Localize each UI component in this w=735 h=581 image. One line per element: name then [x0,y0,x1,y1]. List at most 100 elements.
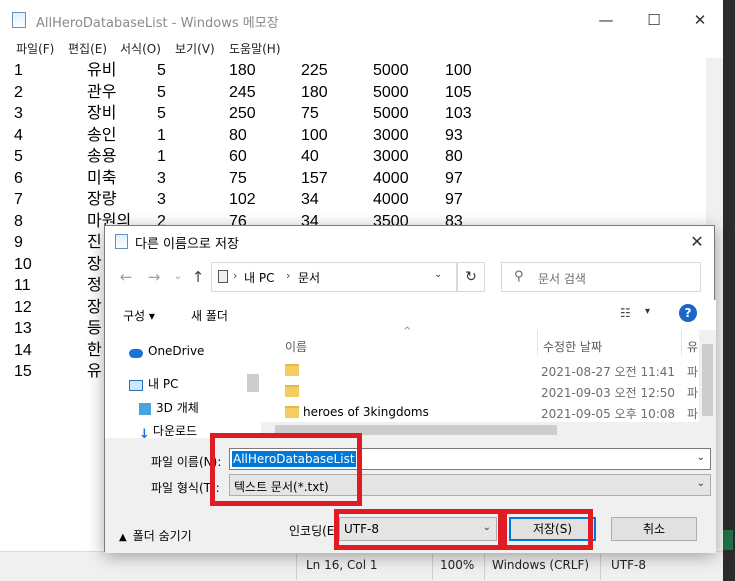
text-cell: 3 [14,105,23,122]
filename-dropdown-icon[interactable]: ⌄ [697,452,705,463]
file-date: 2021-08-27 오전 11:41 [541,365,676,379]
text-cell: 5000 [373,62,409,79]
text-cell: 4000 [373,191,409,208]
text-cell: 180 [229,62,256,79]
menu-bar: 파일(F) 편집(E) 서식(O) 보기(V) 도움말(H) [0,38,723,58]
text-cell: 93 [445,126,463,144]
cursor-position: Ln 16, Col 1 [306,558,378,572]
text-cell: 250 [229,105,256,122]
column-name[interactable]: 이름 [285,338,307,355]
column-date[interactable]: 수정한 날짜 [543,338,602,355]
text-cell: 등 [87,320,102,337]
chevron-up-icon: ▲ [119,532,127,543]
nav-scroll-thumb[interactable] [247,374,259,392]
file-type: 파 [687,365,699,379]
breadcrumb-this-pc[interactable]: 내 PC [244,269,274,286]
file-row[interactable]: heroes of 3kingdoms 2021-09-05 오후 10:08 … [261,402,699,424]
history-chevron-icon[interactable]: ⌄ [167,266,189,288]
status-encoding: UTF-8 [611,558,646,572]
chevron-right-icon: › [233,269,238,282]
menu-file[interactable]: 파일(F) [16,40,54,57]
text-cell: 미축 [87,169,117,187]
file-type: 파 [687,407,699,421]
text-cell: 1 [157,126,166,144]
up-arrow-icon[interactable]: ↑ [187,266,209,288]
view-caret-icon[interactable]: ▾ [645,306,650,317]
menu-edit[interactable]: 편집(E) [68,40,107,57]
excel-edge [723,530,733,550]
sort-up-icon: ^ [403,326,412,337]
highlight-save-button [502,509,593,550]
text-cell: 80 [229,126,247,144]
back-arrow-icon[interactable]: ← [115,266,137,288]
dialog-notepad-icon [115,234,128,249]
text-line: 7 장량 3 102 34 4000 97 [0,189,706,211]
maximize-icon[interactable]: ☐ [631,6,677,34]
address-dropdown-icon[interactable]: ⌄ [434,269,442,280]
column-type[interactable]: 유 [687,338,698,355]
text-cell: 157 [301,169,328,187]
cube-icon [139,403,151,415]
status-bar: Ln 16, Col 1 100% Windows (CRLF) UTF-8 [0,551,723,581]
search-icon: ⚲ [514,269,524,284]
text-cell: 장 [87,255,102,273]
navigation-pane: OneDrive 내 PC 3D 개체 ↓ 다운로드 [105,330,261,442]
text-cell: 14 [14,341,32,359]
menu-view[interactable]: 보기(V) [175,40,215,57]
close-icon[interactable]: ✕ [677,6,723,34]
minimize-icon[interactable]: — [583,6,629,34]
menu-help[interactable]: 도움말(H) [229,40,281,57]
text-line: 5 송용 1 60 40 3000 80 [0,146,706,168]
background-window-edge [723,0,735,581]
text-cell: 정 [87,277,102,294]
text-cell: 105 [445,83,472,101]
highlight-filename-filetype [210,433,362,506]
refresh-icon[interactable]: ↻ [457,262,485,292]
cancel-button[interactable]: 취소 [611,517,697,541]
organize-button[interactable]: 구성 ▾ [123,307,155,324]
text-cell: 34 [301,191,319,208]
help-icon[interactable]: ? [679,304,697,322]
text-line: 2 관우 5 245 180 5000 105 [0,82,706,104]
text-cell: 10 [14,255,32,273]
hide-folders-button[interactable]: ▲ 폴더 숨기기 [119,527,192,544]
nav-item-onedrive[interactable]: OneDrive [129,344,204,358]
text-cell: 13 [14,320,32,337]
line-ending: Windows (CRLF) [492,558,590,572]
text-cell: 5 [14,148,23,165]
forward-arrow-icon[interactable]: → [143,266,165,288]
text-cell: 102 [229,191,256,208]
text-cell: 5 [157,105,166,122]
text-line: 6 미축 3 75 157 4000 97 [0,168,706,190]
address-bar[interactable]: › 내 PC › 문서 ⌄ [211,262,457,292]
dialog-title: 다른 이름으로 저장 [135,237,239,252]
text-cell: 1 [157,148,166,165]
new-folder-button[interactable]: 새 폴더 [191,307,228,324]
title-bar: AllHeroDatabaseList - Windows 메모장 — ☐ ✕ [0,0,723,38]
file-row[interactable]: 2021-08-27 오전 11:41 파 [261,360,699,382]
text-cell: 9 [14,234,23,251]
text-cell: 7 [14,191,23,208]
nav-item-this-pc[interactable]: 내 PC [129,375,178,392]
text-cell: 6 [14,169,23,187]
text-cell: 진 [87,234,102,251]
file-vertical-scroll-thumb[interactable] [702,344,713,416]
text-cell: 97 [445,169,463,187]
nav-item-3d-objects[interactable]: 3D 개체 [139,399,199,416]
text-cell: 103 [445,105,472,122]
window-title: AllHeroDatabaseList - Windows 메모장 [36,16,279,31]
menu-format[interactable]: 서식(O) [120,40,161,57]
text-cell: 97 [445,191,463,208]
text-cell: 장비 [87,105,117,122]
text-cell: 75 [229,169,247,187]
view-options-icon[interactable]: ☷ [620,306,640,322]
file-row[interactable]: 2021-09-03 오전 12:50 파 [261,381,699,403]
dialog-close-icon[interactable]: ✕ [685,230,709,254]
text-cell: 4 [14,126,23,144]
folder-icon [285,364,299,376]
text-cell: 100 [301,126,328,144]
text-cell: 75 [301,105,319,122]
search-input[interactable]: ⚲ 문서 검색 [501,262,701,292]
breadcrumb-documents[interactable]: 문서 [298,269,320,286]
text-cell: 3000 [373,126,409,144]
